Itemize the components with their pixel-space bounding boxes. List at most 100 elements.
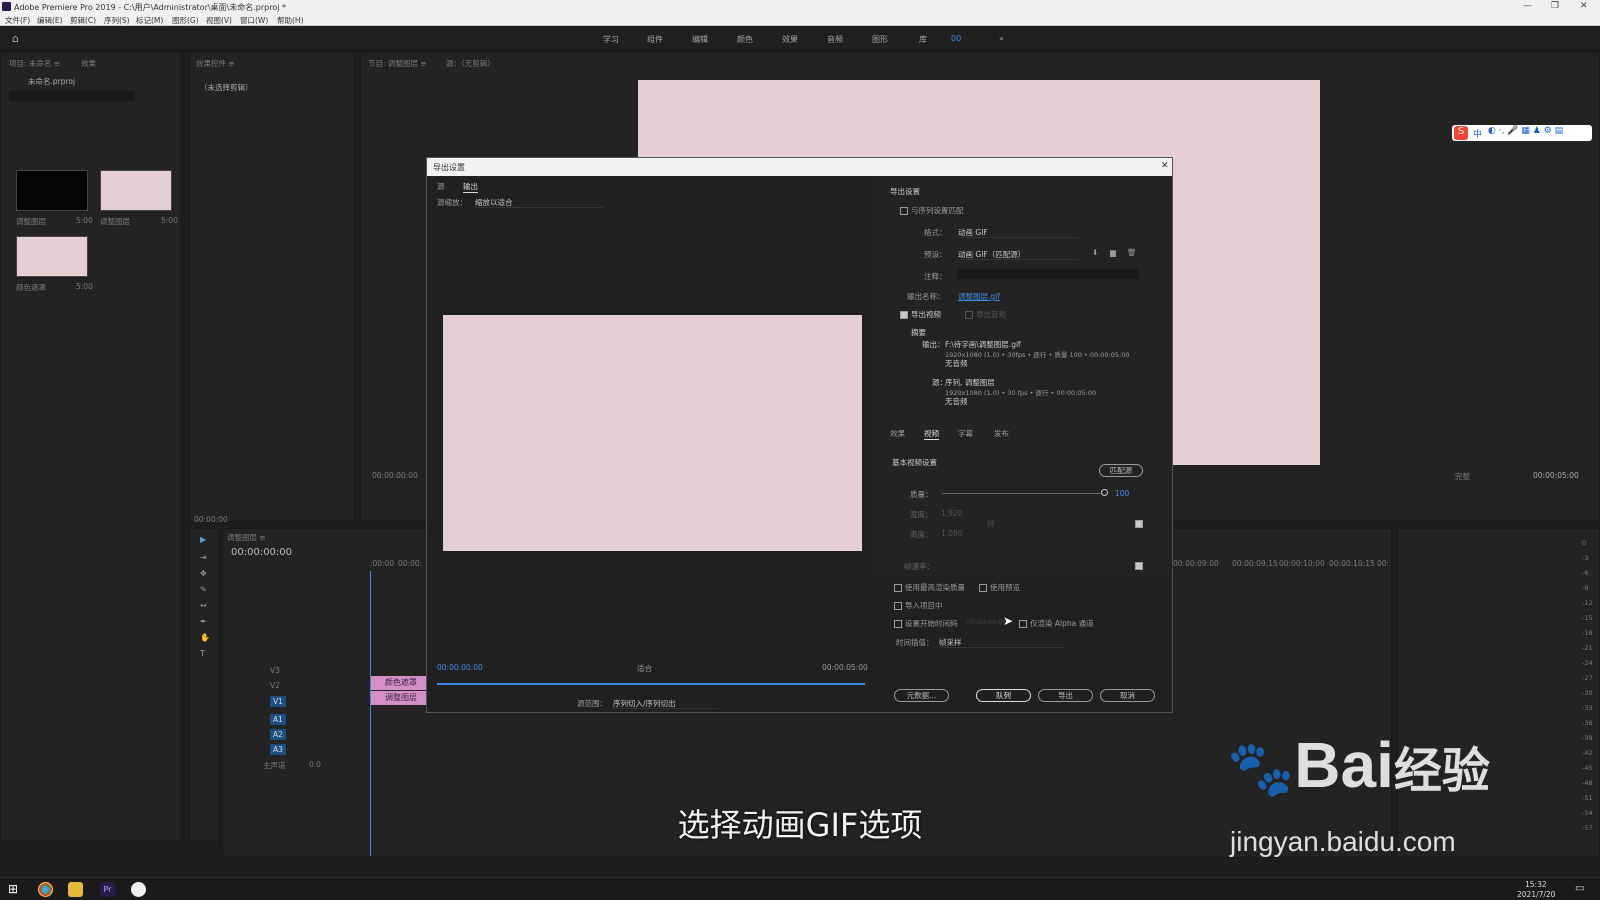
home-icon[interactable]: ⌂	[12, 32, 19, 45]
workspace-more-icon[interactable]: »	[999, 34, 1004, 43]
track-label[interactable]: A1	[270, 714, 286, 725]
preset-select[interactable]: 动画 GIF（匹配源）	[958, 249, 1078, 260]
menu-window[interactable]: 窗口(W)	[240, 15, 268, 26]
track-label[interactable]: A3	[270, 744, 286, 755]
hand-icon[interactable]: ✋	[200, 633, 210, 642]
delete-preset-icon[interactable]: 🗑	[1127, 248, 1137, 257]
notification-icon[interactable]: ▭	[1575, 883, 1584, 894]
track-label[interactable]: V1	[270, 696, 286, 707]
pen-icon[interactable]: ✒	[200, 617, 207, 626]
clip-color-matte[interactable]: 颜色遮罩	[371, 676, 427, 690]
quality-value[interactable]: 100	[1115, 489, 1129, 498]
close-window-button[interactable]: ✕	[1580, 1, 1588, 11]
alpha-only-checkbox[interactable]: 仅渲染 Alpha 通道	[1019, 618, 1094, 629]
comment-input[interactable]	[958, 269, 1138, 279]
project-search-input[interactable]	[9, 91, 134, 101]
workspace-assembly[interactable]: 组件	[647, 34, 663, 45]
project-thumb-black[interactable]	[16, 170, 88, 211]
import-preset-icon[interactable]: ▆	[1110, 248, 1116, 257]
metadata-button[interactable]: 元数据...	[894, 689, 949, 702]
minimize-button[interactable]: —	[1523, 1, 1532, 11]
slip-icon[interactable]: ↔	[200, 601, 207, 610]
export-video-checkbox[interactable]: 导出视频	[900, 309, 941, 320]
cancel-button[interactable]: 取消	[1100, 689, 1155, 702]
menu-edit[interactable]: 编辑(E)	[37, 15, 63, 26]
match-sequence-checkbox[interactable]: 与序列设置匹配	[900, 205, 964, 216]
menu-sequence[interactable]: 序列(S)	[104, 15, 130, 26]
workspace-color[interactable]: 颜色	[737, 34, 753, 45]
premiere-taskbar-icon[interactable]: Pr	[100, 882, 115, 897]
dialog-close-button[interactable]: ✕	[1161, 161, 1169, 171]
file-explorer-icon[interactable]	[68, 882, 83, 897]
maximize-button[interactable]: ❐	[1551, 1, 1559, 11]
subtab-video[interactable]: 视频	[924, 428, 939, 440]
menu-file[interactable]: 文件(F)	[5, 15, 30, 26]
workspace-learn[interactable]: 学习	[603, 34, 619, 45]
save-preset-icon[interactable]: ⬇	[1092, 248, 1098, 257]
windows-start-icon[interactable]: ⊞	[8, 882, 23, 897]
razor-icon[interactable]: ✎	[200, 585, 207, 594]
effect-controls-tab[interactable]: 效果控件 ≡	[196, 58, 235, 69]
menu-graphics[interactable]: 图形(G)	[172, 15, 199, 26]
quality-slider-handle[interactable]	[1101, 489, 1108, 496]
workspace-graphics[interactable]: 图形	[872, 34, 888, 45]
zoom-select[interactable]: 完整	[1455, 471, 1470, 482]
project-item-name: 调整图层	[100, 217, 130, 226]
project-thumb-pink[interactable]	[100, 170, 172, 211]
ruler-label: 00:00:10:00	[1279, 559, 1325, 568]
preview-scrubber[interactable]	[437, 683, 865, 685]
track-label[interactable]: A2	[270, 729, 286, 740]
clip-adjustment-layer[interactable]: 调整图层	[371, 691, 427, 705]
use-preview-checkbox[interactable]: 使用预览	[979, 582, 1020, 593]
fps-checkbox[interactable]	[1135, 561, 1146, 570]
quality-slider[interactable]	[942, 493, 1107, 494]
summary-heading[interactable]: 摘要	[911, 327, 926, 338]
width-height-checkbox[interactable]	[1135, 519, 1146, 528]
effects-tab[interactable]: 效果	[81, 58, 96, 69]
output-name-link[interactable]: 调整图层.gif	[958, 291, 1000, 302]
timeline-tab[interactable]: 调整图层 ≡	[227, 532, 266, 543]
subtab-captions[interactable]: 字幕	[958, 428, 973, 439]
match-source-button[interactable]: 匹配源	[1099, 464, 1143, 477]
menu-clip[interactable]: 剪辑(C)	[70, 15, 96, 26]
workspace-effects[interactable]: 效果	[782, 34, 798, 45]
export-settings-heading[interactable]: 导出设置	[890, 186, 920, 197]
ripple-edit-icon[interactable]: ✥	[200, 569, 207, 578]
queue-button[interactable]: 队列	[976, 689, 1031, 702]
program-tab[interactable]: 节目: 调整图层 ≡	[368, 58, 427, 69]
link-dimensions-icon[interactable]: ⛓	[986, 519, 996, 528]
max-render-checkbox[interactable]: 使用最高渲染质量	[894, 582, 965, 593]
type-icon[interactable]: T	[200, 649, 205, 658]
workspace-editing[interactable]: 编辑	[692, 34, 708, 45]
app-taskbar-icon[interactable]	[131, 882, 146, 897]
export-audio-checkbox[interactable]: 导出音频	[965, 309, 1006, 320]
interpolation-select[interactable]: 帧采样	[939, 637, 1064, 648]
workspace-current[interactable]: 00	[951, 34, 961, 43]
preview-start-time[interactable]: 00:00:00:00	[437, 663, 483, 672]
subtab-effects[interactable]: 效果	[890, 428, 905, 439]
tab-output[interactable]: 输出	[463, 181, 478, 193]
selection-tool-icon[interactable]: ▶	[200, 535, 206, 544]
set-timecode-checkbox[interactable]: 设置开始时间码	[894, 618, 958, 629]
project-tab[interactable]: 项目: 未命名 ≡	[9, 58, 60, 69]
track-select-icon[interactable]: ⇥	[200, 553, 207, 562]
import-project-checkbox[interactable]: 导入项目中	[894, 600, 943, 611]
fit-select[interactable]: 适合	[637, 663, 652, 674]
export-button[interactable]: 导出	[1038, 689, 1093, 702]
basic-video-heading[interactable]: 基本视频设置	[892, 457, 937, 468]
source-tab[interactable]: 源：（无剪辑）	[446, 58, 495, 69]
chrome-icon[interactable]	[38, 882, 53, 897]
menu-help[interactable]: 帮助(H)	[277, 15, 304, 26]
menu-marker[interactable]: 标记(M)	[136, 15, 163, 26]
range-select[interactable]: 序列切入/序列切出	[613, 698, 719, 709]
workspace-audio[interactable]: 音频	[827, 34, 843, 45]
format-select[interactable]: 动画 GIF	[958, 227, 1078, 238]
tab-source[interactable]: 源	[437, 181, 445, 192]
workspace-libraries[interactable]: 库	[919, 34, 927, 45]
ime-mode[interactable]: 中	[1473, 127, 1482, 140]
menu-view[interactable]: 视图(V)	[206, 15, 232, 26]
ime-toolbar[interactable]: S 中 ◐ ·, 🎤 ▦ ♟ ⚙ ▤	[1452, 125, 1592, 141]
project-thumb-color-matte[interactable]	[16, 236, 88, 277]
scale-select[interactable]: 缩放以适合	[475, 197, 603, 208]
subtab-publish[interactable]: 发布	[994, 428, 1009, 439]
